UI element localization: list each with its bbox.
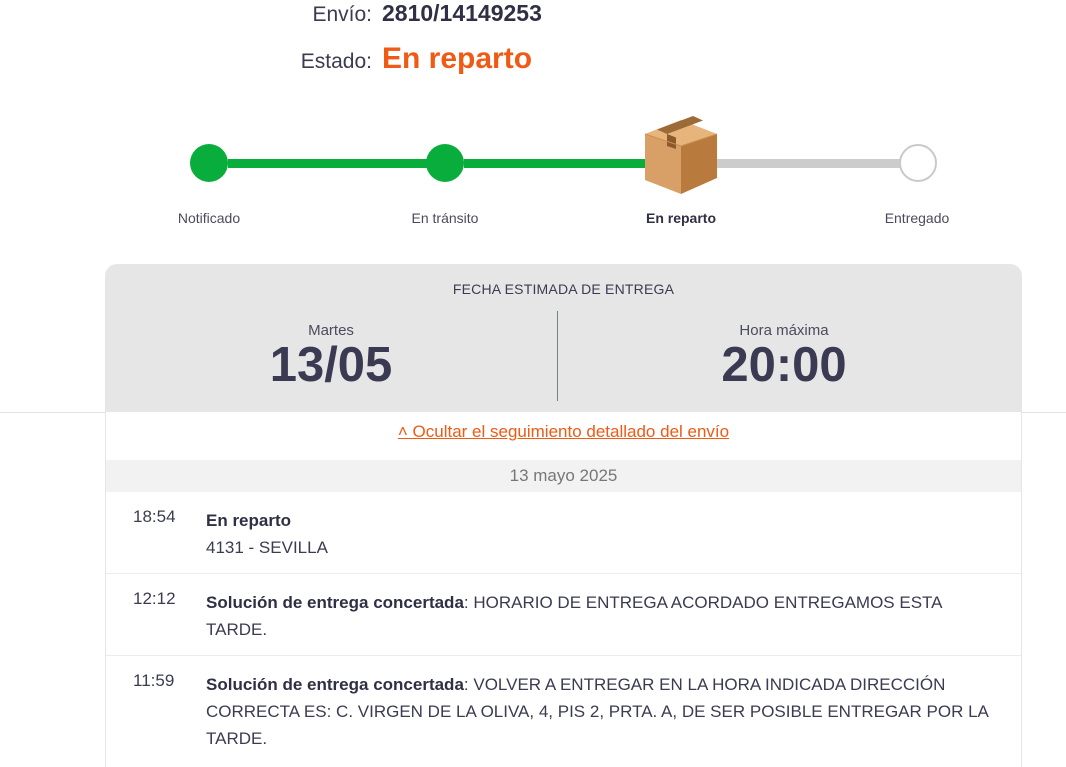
event-body: Solución de entrega concertada: VOLVER A…	[206, 671, 1006, 752]
progress-segment-3	[712, 159, 902, 168]
shipment-status-row: Estado: En reparto	[0, 42, 532, 76]
event-time: 18:54	[133, 507, 176, 526]
event-body: En reparto 4131 - SEVILLA	[206, 507, 1006, 561]
event-title: Solución de entrega concertada	[206, 593, 464, 612]
tracking-event: 18:54 En reparto 4131 - SEVILLA	[106, 492, 1021, 574]
estimated-day-label: Martes	[308, 322, 354, 339]
estimated-date: Martes 13/05	[105, 322, 557, 392]
event-location: 4131 - SEVILLA	[206, 538, 328, 557]
tracking-detail-card: ˄ Ocultar el seguimiento detallado del e…	[105, 412, 1022, 767]
shipment-status: En reparto	[382, 42, 533, 75]
step-label-entregado: Entregado	[884, 210, 950, 226]
shipment-number: 2810/14149253	[382, 0, 542, 26]
event-title: Solución de entrega concertada	[206, 675, 464, 694]
step-dot-entregado	[899, 144, 937, 182]
shipment-number-row: Envío: 2810/14149253	[0, 0, 542, 27]
max-time-value: 20:00	[721, 338, 847, 392]
tracking-event: 12:12 Solución de entrega concertada: HO…	[106, 574, 1021, 656]
tracking-date-header: 13 mayo 2025	[106, 460, 1021, 492]
step-dot-notificado	[190, 144, 228, 182]
max-time-label: Hora máxima	[739, 322, 829, 339]
hide-tracking-link[interactable]: ˄ Ocultar el seguimiento detallado del e…	[106, 422, 1021, 442]
event-title: En reparto	[206, 511, 292, 530]
estimated-delivery-title: FECHA ESTIMADA DE ENTREGA	[452, 281, 675, 297]
estimated-delivery-panel: FECHA ESTIMADA DE ENTREGA Martes 13/05 H…	[105, 264, 1022, 412]
estimated-date-value: 13/05	[269, 338, 393, 392]
event-time: 11:59	[133, 671, 175, 690]
step-dot-en-transito	[426, 144, 464, 182]
progress-segment-1	[228, 159, 428, 168]
event-body: Solución de entrega concertada: HORARIO …	[206, 589, 1006, 643]
package-box-icon	[644, 116, 718, 194]
step-label-en-reparto: En reparto	[645, 210, 716, 226]
progress-segment-2	[464, 159, 649, 168]
step-label-en-transito: En tránsito	[411, 210, 479, 226]
shipment-number-label: Envío:	[312, 3, 372, 26]
step-label-notificado: Notificado	[177, 210, 241, 226]
shipment-status-label: Estado:	[300, 50, 372, 73]
estimated-time: Hora máxima 20:00	[558, 322, 1010, 392]
tracking-event: 11:59 Solución de entrega concertada: VO…	[106, 656, 1021, 767]
event-time: 12:12	[133, 589, 176, 608]
